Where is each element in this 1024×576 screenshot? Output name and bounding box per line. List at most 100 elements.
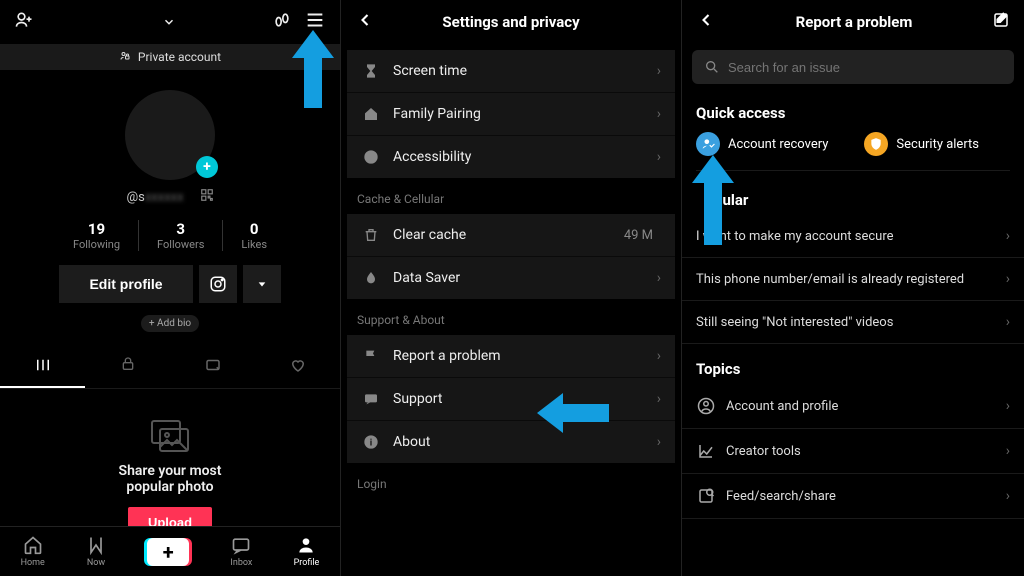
item-screen-time[interactable]: Screen time › xyxy=(347,50,675,93)
chevron-right-icon: › xyxy=(1006,398,1010,414)
add-bio-chip[interactable]: + Add bio xyxy=(141,315,199,332)
item-data-saver[interactable]: Data Saver › xyxy=(347,257,675,299)
drop-icon xyxy=(361,270,381,286)
tab-grid[interactable] xyxy=(0,348,85,388)
quick-access-row: Account recovery Security alerts xyxy=(682,132,1024,166)
back-icon[interactable] xyxy=(696,10,716,34)
topic-item-0[interactable]: Account and profile› xyxy=(682,384,1024,429)
stat-likes[interactable]: 0Likes xyxy=(223,220,285,251)
qa-security-alerts[interactable]: Security alerts xyxy=(864,132,979,156)
accessibility-icon xyxy=(361,149,381,165)
back-icon[interactable] xyxy=(355,10,375,34)
item-support[interactable]: Support › xyxy=(347,378,675,421)
settings-group-general: Screen time › Family Pairing › Accessibi… xyxy=(347,50,675,178)
flag-icon xyxy=(361,348,381,364)
section-cache: Cache & Cellular xyxy=(341,178,681,214)
chevron-right-icon: › xyxy=(657,391,661,407)
profile-panel: Private account + @sxxxxxx 19Following 3… xyxy=(0,0,341,576)
avatar-wrap: + xyxy=(0,90,340,180)
bottom-nav: Home Now + Inbox Profile xyxy=(0,526,340,576)
nav-now[interactable]: Now xyxy=(86,535,106,568)
chevron-right-icon: › xyxy=(657,149,661,165)
report-header: Report a problem xyxy=(682,0,1024,44)
tab-liked[interactable] xyxy=(255,348,340,388)
report-title: Report a problem xyxy=(716,13,992,31)
section-login: Login xyxy=(341,463,681,499)
handle-prefix: @s xyxy=(126,190,144,205)
username-row: @sxxxxxx xyxy=(0,188,340,206)
chevron-right-icon: › xyxy=(657,270,661,286)
chevron-right-icon: › xyxy=(1006,488,1010,504)
search-icon xyxy=(704,59,720,75)
add-user-icon[interactable] xyxy=(14,10,34,34)
qr-icon[interactable] xyxy=(200,188,214,206)
hamburger-menu-icon[interactable] xyxy=(304,9,326,35)
shield-icon xyxy=(864,132,888,156)
nav-home[interactable]: Home xyxy=(21,535,45,568)
qa-account-recovery[interactable]: Account recovery xyxy=(696,132,828,156)
report-panel: Report a problem Quick access Account re… xyxy=(682,0,1024,576)
footprint-icon[interactable] xyxy=(272,10,292,34)
settings-header: Settings and privacy xyxy=(341,0,681,44)
popular-title: Popular xyxy=(682,175,1024,215)
stat-followers[interactable]: 3Followers xyxy=(139,220,223,251)
settings-title: Settings and privacy xyxy=(375,13,647,31)
topic-item-2[interactable]: Feed/search/share› xyxy=(682,474,1024,519)
nav-profile[interactable]: Profile xyxy=(294,535,320,568)
search-box[interactable] xyxy=(692,50,1014,84)
tab-private[interactable] xyxy=(85,348,170,388)
nav-create-button[interactable]: + xyxy=(147,538,189,566)
chevron-right-icon: › xyxy=(1006,443,1010,459)
avatar-add-icon[interactable]: + xyxy=(196,156,218,178)
caret-down-button[interactable] xyxy=(243,265,281,303)
private-banner: Private account xyxy=(0,44,340,70)
stats-row: 19Following 3Followers 0Likes xyxy=(0,220,340,251)
empty-state: Share your most popular photo Upload xyxy=(0,419,340,538)
settings-panel: Settings and privacy Screen time › Famil… xyxy=(341,0,682,576)
chevron-right-icon: › xyxy=(1006,228,1010,244)
chevron-right-icon: › xyxy=(1006,314,1010,330)
popular-item-2[interactable]: Still seeing "Not interested" videos› xyxy=(682,301,1024,344)
settings-group-cache: Clear cache 49 M Data Saver › xyxy=(347,214,675,299)
item-report-problem[interactable]: Report a problem › xyxy=(347,335,675,378)
profile-name-dropdown[interactable] xyxy=(34,14,272,30)
item-about[interactable]: i About › xyxy=(347,421,675,463)
stat-following[interactable]: 19Following xyxy=(55,220,139,251)
section-support: Support & About xyxy=(341,299,681,335)
chevron-right-icon: › xyxy=(657,63,661,79)
edit-profile-button[interactable]: Edit profile xyxy=(59,265,192,303)
quick-access-title: Quick access xyxy=(682,90,1024,132)
profile-topbar xyxy=(0,0,340,44)
search-input[interactable] xyxy=(728,60,1002,75)
chat-icon xyxy=(361,391,381,407)
item-accessibility[interactable]: Accessibility › xyxy=(347,136,675,178)
info-icon: i xyxy=(361,434,381,450)
profile-tabs xyxy=(0,348,340,389)
nav-inbox[interactable]: Inbox xyxy=(230,535,252,568)
home-icon xyxy=(361,106,381,122)
popular-item-0[interactable]: I want to make my account secure› xyxy=(682,215,1024,258)
empty-line1: Share your most xyxy=(0,463,340,479)
account-recovery-icon xyxy=(696,132,720,156)
gallery-placeholder-icon xyxy=(150,419,190,453)
tab-repost[interactable] xyxy=(170,348,255,388)
cache-size: 49 M xyxy=(624,228,653,243)
instagram-button[interactable] xyxy=(199,265,237,303)
chevron-right-icon: › xyxy=(1006,271,1010,287)
compose-icon[interactable] xyxy=(992,11,1010,33)
settings-group-support: Report a problem › Support › i About › xyxy=(347,335,675,463)
item-family-pairing[interactable]: Family Pairing › xyxy=(347,93,675,136)
private-label: Private account xyxy=(138,50,221,64)
empty-line2: popular photo xyxy=(0,479,340,495)
chevron-right-icon: › xyxy=(657,106,661,122)
item-clear-cache[interactable]: Clear cache 49 M xyxy=(347,214,675,257)
chevron-right-icon: › xyxy=(657,434,661,450)
popular-item-1[interactable]: This phone number/email is already regis… xyxy=(682,258,1024,301)
trash-icon xyxy=(361,227,381,243)
svg-text:i: i xyxy=(370,437,372,448)
hourglass-icon xyxy=(361,63,381,79)
analytics-icon xyxy=(696,442,716,460)
profile-icon xyxy=(696,397,716,415)
topics-title: Topics xyxy=(682,344,1024,384)
topic-item-1[interactable]: Creator tools› xyxy=(682,429,1024,474)
